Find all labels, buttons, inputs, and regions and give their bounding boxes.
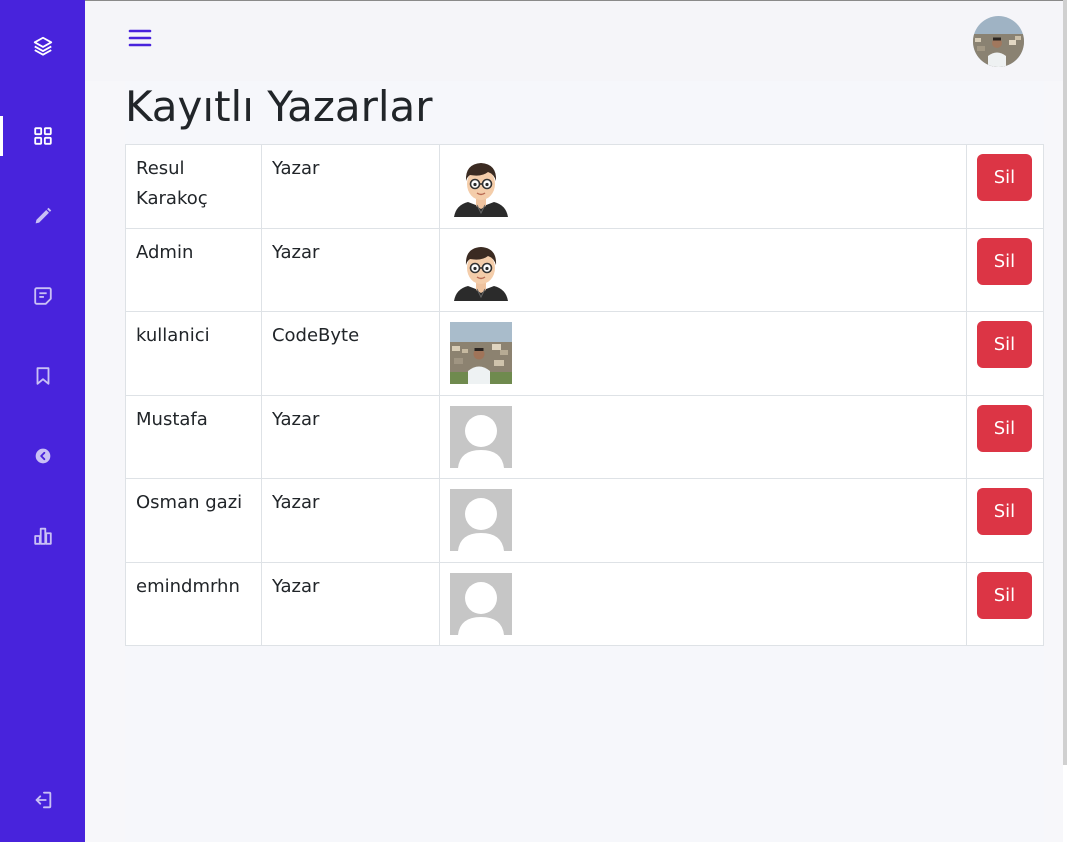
author-name: Mustafa [125, 394, 262, 479]
author-image-cell [438, 561, 967, 646]
sidebar-item-write[interactable] [0, 196, 85, 236]
author-name: Resul Karakoç [125, 144, 262, 229]
cartoon-avatar-image [453, 163, 508, 217]
sidebar-item-bookmarks[interactable] [0, 356, 85, 396]
sidebar-item-stats[interactable] [0, 516, 85, 556]
author-image-cell [438, 144, 967, 229]
sidebar-item-posts[interactable] [0, 276, 85, 316]
sidebar [0, 0, 85, 842]
pencil-icon [35, 207, 51, 224]
author-name: Osman gazi [125, 478, 262, 563]
table-row: emindmrhn Yazar Sil [125, 561, 1045, 646]
author-role: Yazar [260, 227, 440, 312]
note-icon [33, 287, 52, 305]
action-cell: Sil [965, 227, 1045, 312]
sidebar-item-logout[interactable] [0, 780, 85, 820]
delete-button[interactable]: Sil [976, 237, 1032, 285]
author-role: CodeByte [260, 311, 440, 396]
author-image-cell [438, 311, 967, 396]
placeholder-avatar-image [449, 405, 512, 468]
cartoon-avatar-image [453, 246, 508, 301]
arrow-left-circle-icon [35, 448, 50, 464]
author-role: Yazar [260, 478, 440, 563]
sidebar-item-dashboard[interactable] [0, 116, 85, 156]
author-image-cell [438, 394, 967, 479]
sidebar-item-back[interactable] [0, 436, 85, 476]
table-row: Mustafa Yazar Sil [125, 394, 1045, 479]
delete-button[interactable]: Sil [976, 321, 1032, 368]
photo-avatar-image [449, 322, 512, 384]
author-role: Yazar [260, 144, 440, 229]
action-cell: Sil [965, 394, 1045, 479]
authors-table: Resul Karakoç Yazar Sil Admin Yazar Sil … [125, 144, 1045, 646]
table-row: Osman gazi Yazar Sil [125, 478, 1045, 563]
author-name: kullanici [125, 311, 262, 396]
author-name: emindmrhn [125, 561, 262, 646]
action-cell: Sil [965, 144, 1045, 229]
table-row: Resul Karakoç Yazar Sil [125, 144, 1045, 229]
profile-photo [973, 16, 1024, 67]
sidebar-logo[interactable] [0, 26, 85, 66]
table-row: kullanici CodeByte Sil [125, 311, 1045, 396]
page-title: Kayıtlı Yazarlar [125, 82, 433, 131]
scrollbar-thumb[interactable] [1063, 0, 1067, 765]
delete-button[interactable]: Sil [976, 154, 1032, 201]
placeholder-avatar-image [449, 572, 512, 635]
layers-icon [33, 36, 52, 56]
author-role: Yazar [260, 394, 440, 479]
author-name: Admin [125, 227, 262, 312]
main-content: Kayıtlı Yazarlar Resul Karakoç Yazar Sil… [125, 81, 1045, 842]
author-image-cell [438, 478, 967, 563]
action-cell: Sil [965, 311, 1045, 396]
action-cell: Sil [965, 478, 1045, 563]
bar-chart-icon [33, 527, 52, 545]
action-cell: Sil [965, 561, 1045, 646]
table-row: Admin Yazar Sil [125, 227, 1045, 312]
hamburger-icon [128, 29, 152, 47]
delete-button[interactable]: Sil [976, 404, 1032, 452]
author-role: Yazar [260, 561, 440, 646]
delete-button[interactable]: Sil [976, 571, 1032, 619]
placeholder-avatar-image [449, 489, 512, 551]
user-avatar[interactable] [973, 16, 1024, 67]
bookmark-icon [36, 367, 49, 385]
top-bar [85, 1, 1067, 81]
delete-button[interactable]: Sil [976, 488, 1032, 535]
logout-icon [35, 791, 51, 809]
grid-icon [33, 127, 52, 145]
author-image-cell [438, 227, 967, 312]
hamburger-menu-button[interactable] [127, 25, 153, 51]
